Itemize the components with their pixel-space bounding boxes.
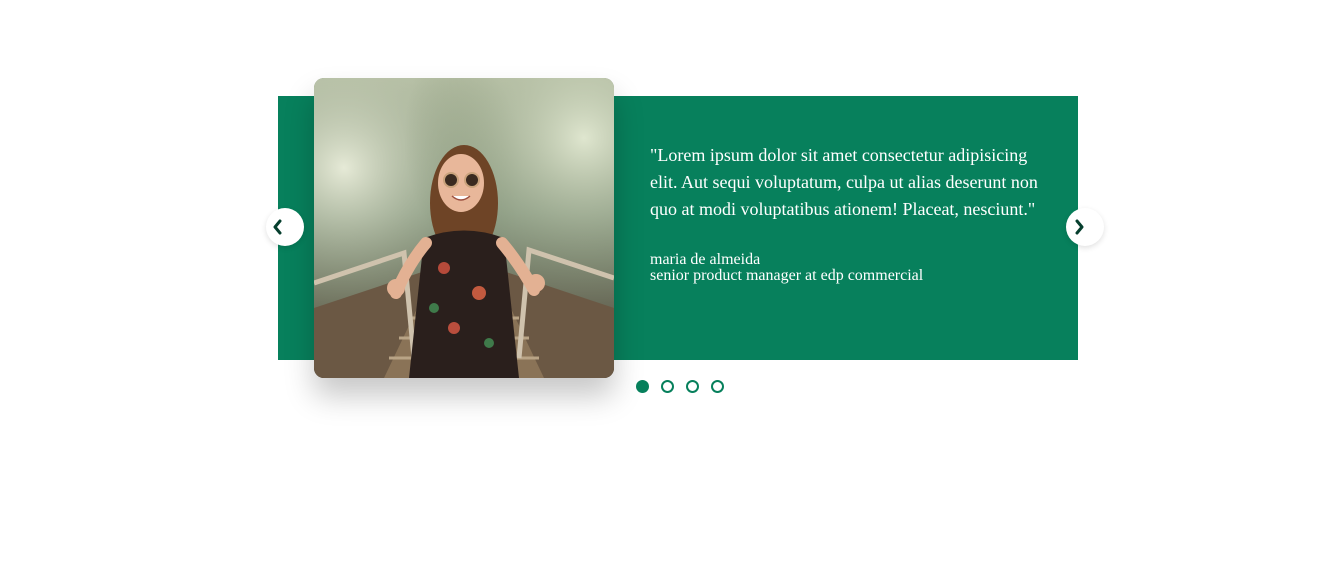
person-photo-illustration [314,78,614,378]
testimonial-photo [314,78,614,378]
testimonial-slider: "Lorem ipsum dolor sit amet consectetur … [0,0,1328,569]
pagination-dot-4[interactable] [711,380,724,393]
pagination-dot-1[interactable] [636,380,649,393]
slide-pagination [636,380,724,393]
testimonial-author: maria de almeida senior product manager … [650,252,1050,284]
chevron-right-icon [1075,219,1084,235]
author-title: senior product manager at edp commercial [650,267,924,284]
next-slide-button[interactable] [1066,208,1104,246]
previous-slide-button[interactable] [266,208,304,246]
pagination-dot-3[interactable] [686,380,699,393]
chevron-left-icon [273,219,282,235]
author-name: maria de almeida [650,251,761,268]
testimonial-content: "Lorem ipsum dolor sit amet consectetur … [650,142,1050,284]
testimonial-quote: "Lorem ipsum dolor sit amet consectetur … [650,145,1038,219]
pagination-dot-2[interactable] [661,380,674,393]
